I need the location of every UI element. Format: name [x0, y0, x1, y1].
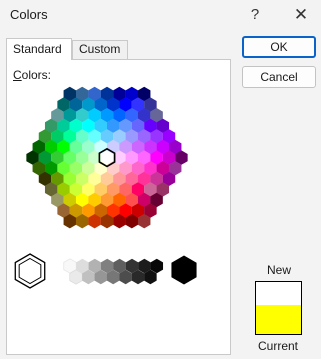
- new-label: New: [267, 263, 292, 277]
- ok-button[interactable]: OK: [242, 36, 316, 58]
- tab-standard[interactable]: Standard: [6, 38, 72, 60]
- gray-swatch[interactable]: [69, 269, 83, 285]
- color-preview: [255, 281, 302, 335]
- cancel-button[interactable]: Cancel: [242, 66, 316, 88]
- current-color-swatch: [256, 305, 301, 334]
- black-swatch[interactable]: [171, 255, 197, 285]
- current-label: Current: [258, 339, 299, 353]
- new-color-swatch: [256, 282, 301, 305]
- white-swatch-selected[interactable]: [14, 253, 46, 289]
